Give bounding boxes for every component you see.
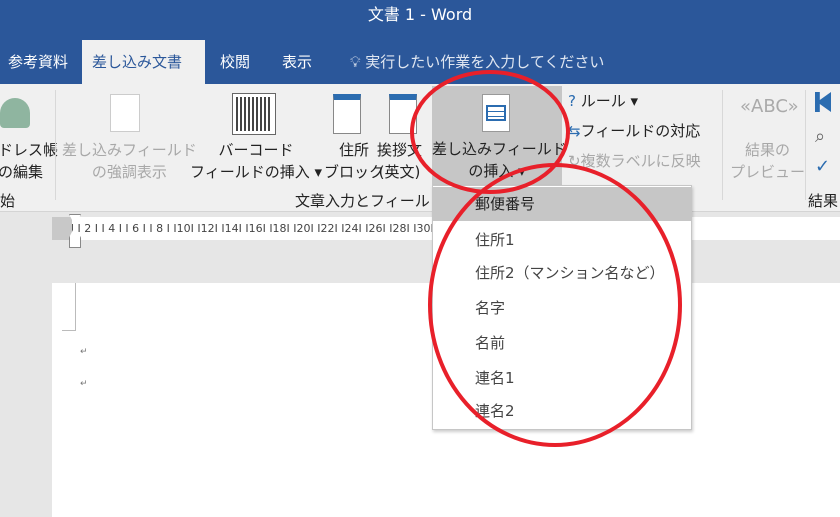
group-label-write-insert: 文章入力とフィールド [295, 192, 445, 210]
insert-merge-field-menu: 郵便番号 住所1 住所2（マンション名など） 名字 名前 連名1 連名2 [432, 185, 692, 430]
match-fields-button[interactable]: ⇆フィールドの対応 [568, 120, 700, 142]
menu-item-joint-name1[interactable]: 連名1 [433, 361, 691, 395]
greeting-line-icon [389, 94, 417, 134]
tab-mailings[interactable]: 差し込み文書 [82, 40, 205, 84]
paragraph-mark: ↵ [80, 347, 88, 357]
group-label-start: 始 [0, 192, 16, 210]
menu-item-first-name[interactable]: 名前 [433, 326, 691, 360]
rules-button[interactable]: ? ルール ▾ [568, 90, 638, 112]
menu-item-address1[interactable]: 住所1 [433, 223, 691, 257]
divider [55, 90, 56, 200]
address-block-button[interactable]: 住所 ブロック [324, 139, 384, 183]
address-block-icon [333, 94, 361, 134]
barcode-field-button[interactable]: バーコード フィールドの挿入 ▾ [190, 139, 322, 183]
address-book-icon [0, 98, 30, 128]
first-record-icon[interactable] [815, 92, 831, 112]
update-labels-icon: ↻ [568, 152, 581, 170]
insert-merge-field-button[interactable]: 差し込みフィールド の挿入 ▾ [432, 86, 567, 186]
lightbulb-icon: 💡︎ [350, 53, 366, 71]
menu-item-last-name[interactable]: 名字 [433, 291, 691, 325]
greeting-line-button[interactable]: 挨拶文 (英文) [377, 139, 422, 183]
preview-results-button: 結果の プレビュー [730, 141, 806, 181]
highlight-merge-fields-button: 差し込みフィールド の強調表示 [62, 141, 197, 181]
divider [722, 90, 723, 200]
edit-recipients-button[interactable]: ドレス帳 の編集 [0, 139, 58, 183]
preview-results-icon: «ABC» [740, 96, 799, 117]
tell-me-box[interactable]: 💡︎ 実行したい作業を入力してください [340, 40, 614, 84]
rules-icon: ? [568, 92, 576, 110]
margin-corner [62, 283, 76, 331]
tab-references[interactable]: 参考資料 [0, 40, 78, 84]
tab-review[interactable]: 校閲 [210, 40, 260, 84]
highlight-fields-icon [110, 94, 140, 132]
find-recipient-icon[interactable]: ⌕ [815, 126, 825, 147]
insert-field-label: 差し込みフィールド [432, 140, 567, 158]
update-labels-button: ↻複数ラベルに反映 [568, 152, 701, 170]
ribbon-tabs: 参考資料 差し込み文書 校閲 表示 💡︎ 実行したい作業を入力してください [0, 40, 840, 84]
ribbon: ドレス帳 の編集 始 差し込みフィールド の強調表示 バーコード フィールドの挿入 ▾… [0, 84, 840, 212]
group-label-results: 結果 [808, 192, 839, 210]
match-fields-icon: ⇆ [568, 122, 581, 140]
divider [805, 90, 806, 200]
paragraph-mark: ↵ [80, 379, 88, 389]
barcode-icon [232, 93, 276, 135]
title-bar: 文書 1 - Word [0, 0, 840, 40]
menu-item-address2[interactable]: 住所2（マンション名など） [433, 256, 691, 290]
insert-field-label-2: の挿入 [468, 162, 514, 180]
menu-item-joint-name2[interactable]: 連名2 [433, 394, 691, 428]
ruler-margin [52, 217, 72, 240]
window-title: 文書 1 - Word [367, 5, 473, 24]
tab-view[interactable]: 表示 [272, 40, 322, 84]
menu-item-postal-code[interactable]: 郵便番号 [433, 187, 691, 221]
check-errors-icon[interactable]: ✓ [815, 156, 830, 177]
insert-field-icon [482, 94, 510, 132]
